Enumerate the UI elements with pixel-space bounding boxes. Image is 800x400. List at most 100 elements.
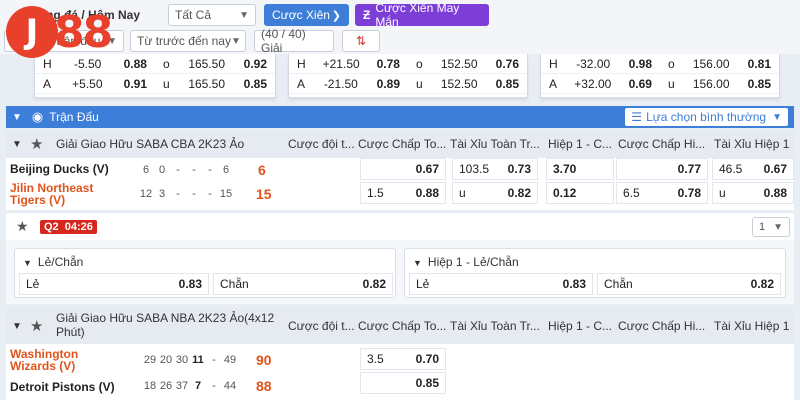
h1-home-odds[interactable]: 3.70 [546,158,614,180]
handicap-home-odds[interactable]: 0.67 [360,158,446,180]
handicap-away-odds[interactable]: 0.85 [360,372,446,394]
parlay-label: Cược Xiên [272,8,330,22]
logo-number: 88 [54,6,113,58]
chevron-right-icon: ❯ [331,9,341,22]
odds-cell[interactable]: o 165.50 0.92 [155,57,275,71]
period-label: Q2 [44,221,59,233]
col-header: Cược Chấp Hi... [618,137,706,151]
live-clock-badge: Q2 04:26 [40,220,97,234]
chevron-down-icon: ▼ [773,221,783,233]
matches-section-header[interactable]: ▼ ◉ Trận Đấu ☰ Lựa chọn bình thường ▼ [6,106,794,128]
odds-cell[interactable]: A +5.50 0.91 [35,77,155,91]
card-row: H +21.50 0.78 o 152.50 0.76 [289,54,527,74]
even-odds[interactable]: Chẵn 0.82 [597,273,781,295]
col-header: Tài Xỉu Toàn Tr... [450,137,540,151]
away-quarter-scores: 18 26 37 7-44 [143,380,237,392]
h1-odd-even-panel: ▼ Hiệp 1 - Lẻ/Chẵn Lẻ 0.83 Chẵn 0.82 [404,248,786,298]
league-name-line1: Giải Giao Hữu SABA NBA 2K23 Ảo(4x12 [56,311,275,325]
sort-icon[interactable]: ⇅ [342,30,380,52]
section-title: Trận Đấu [49,110,99,124]
odds-cell[interactable]: H -32.00 0.98 [541,57,660,71]
h1-ou-away-odds[interactable]: u 0.88 [712,182,794,204]
handicap-home-odds[interactable]: 3.5 0.70 [360,348,446,370]
odds-cell[interactable]: u 165.50 0.85 [155,77,275,91]
odds-card: H -5.50 0.88 o 165.50 0.92 A +5.50 0.91 u 165.5… [34,54,276,98]
brand-logo: J 88 [6,6,113,58]
home-quarter-scores: 60---6 [142,164,230,176]
panel-title: ▼ Lẻ/Chẵn [23,255,84,269]
odds-cell[interactable]: A +32.00 0.69 [541,77,660,91]
league-count-label: (40 / 40) Giải [261,27,306,55]
card-row: A -21.50 0.89 u 152.50 0.85 [289,74,527,94]
league-header[interactable]: ▼ ★ Giải Giao Hữu SABA CBA 2K23 Ảo Cược … [6,130,794,158]
odds-cell[interactable]: u 156.00 0.85 [660,77,779,91]
odds-cell[interactable]: o 156.00 0.81 [660,57,779,71]
ou-away-odds[interactable]: u 0.82 [452,182,538,204]
col-header: Tài Xỉu Toàn Tr... [450,319,540,333]
home-team-name: Beijing Ducks (V) [10,162,109,176]
even-odds[interactable]: Chẵn 0.82 [213,273,393,295]
home-total-score: 6 [258,162,266,178]
star-icon[interactable]: ★ [30,135,43,153]
h1-away-odds[interactable]: 0.12 [546,182,614,204]
chevron-down-icon: ▼ [23,258,32,268]
top-bar: J 88 Bóng đá / Hôm Nay Tất Cả ▼ Cược Xiê… [0,0,800,58]
home-team-name: Washington Wizards (V) [10,348,78,372]
chevron-down-icon: ▼ [239,9,249,21]
star-icon[interactable]: ★ [16,218,29,235]
home-quarter-scores: 29 20 30 11-49 [143,354,237,366]
odds-cell[interactable]: H -5.50 0.88 [35,57,155,71]
league-header[interactable]: ▼ ★ Giải Giao Hữu SABA NBA 2K23 Ảo(4x12 … [6,308,794,344]
away-total-score: 15 [256,186,272,202]
odds-cell[interactable]: u 152.50 0.85 [408,77,527,91]
league-count-button[interactable]: (40 / 40) Giải [254,27,334,55]
col-header: Tài Xỉu Hiệp 1 [714,319,790,333]
col-header: Cược đội t... [288,137,355,151]
odd-even-panel: ▼ Lẻ/Chẵn Lẻ 0.83 Chẵn 0.82 [14,248,396,298]
h1-ou-home-odds[interactable]: 46.5 0.67 [712,158,794,180]
sort-select[interactable]: ☰ Lựa chọn bình thường ▼ [625,108,788,126]
odds-card: H -32.00 0.98 o 156.00 0.81 A +32.00 0.69 u 156… [540,54,780,98]
panel-title: ▼ Hiệp 1 - Lẻ/Chẵn [413,255,519,269]
match-row: Washington Wizards (V) 29 20 30 11-49 90 De… [6,344,794,400]
lucky-parlay-button[interactable]: Ƶ Cược Xiên May Mắn [355,1,489,29]
chevron-down-icon: ▼ [12,111,22,123]
odd-odds[interactable]: Lẻ 0.83 [409,273,593,295]
time-filter-value: Từ trước đến nay [137,34,231,48]
away-quarter-scores: 12 3- - -15 [139,188,233,200]
h1-handicap-away-odds[interactable]: 6.5 0.78 [616,182,708,204]
chevron-down-icon: ▼ [772,111,782,123]
odds-cell[interactable]: H +21.50 0.78 [289,57,408,71]
home-team-name-line2: Wizards (V) [10,359,76,373]
more-markets-select[interactable]: 1 ▼ [752,217,790,237]
clock-label: 04:26 [64,221,93,233]
star-icon[interactable]: ★ [30,317,43,335]
card-row: H -32.00 0.98 o 156.00 0.81 [541,54,779,74]
card-row: A +32.00 0.69 u 156.00 0.85 [541,74,779,94]
live-status-row: ★ Q2 04:26 1 ▼ [6,212,794,240]
h1-handicap-home-odds[interactable]: 0.77 [616,158,708,180]
odds-cell[interactable]: o 152.50 0.76 [408,57,527,71]
all-filter-value: Tất Cả [175,8,212,22]
lucky-parlay-label: Cược Xiên May Mắn [375,1,460,29]
ou-home-odds[interactable]: 103.5 0.73 [452,158,538,180]
top-odds-cards: H -5.50 0.88 o 165.50 0.92 A +5.50 0.91 u 165.5… [0,54,800,100]
parlay-button[interactable]: Cược Xiên ❯ [264,4,349,26]
time-filter-select[interactable]: Từ trước đến nay ▼ [130,30,246,52]
chevron-down-icon: ▼ [12,320,22,332]
home-total-score: 90 [256,352,272,368]
all-filter-select[interactable]: Tất Cả ▼ [168,4,256,26]
col-header: Hiệp 1 - C... [548,319,613,333]
handicap-away-odds[interactable]: 1.5 0.88 [360,182,446,204]
odd-odds[interactable]: Lẻ 0.83 [19,273,209,295]
col-header: Cược Chấp To... [358,137,446,151]
away-team-name: Jilin Northeast Tigers (V) [10,182,93,206]
odds-cell[interactable]: A -21.50 0.89 [289,77,408,91]
sort-label: Lựa chọn bình thường [646,110,767,124]
col-header: Tài Xỉu Hiệp 1 [714,137,790,151]
chevron-down-icon: ▼ [413,258,422,268]
chevron-down-icon: ▼ [12,138,22,150]
sub-markets-area: ▼ Lẻ/Chẵn Lẻ 0.83 Chẵn 0.82 ▼ Hiệp 1 - Lẻ/Ch… [6,240,794,304]
col-header: Cược đội t... [288,319,355,333]
chevron-down-icon: ▼ [230,35,241,47]
